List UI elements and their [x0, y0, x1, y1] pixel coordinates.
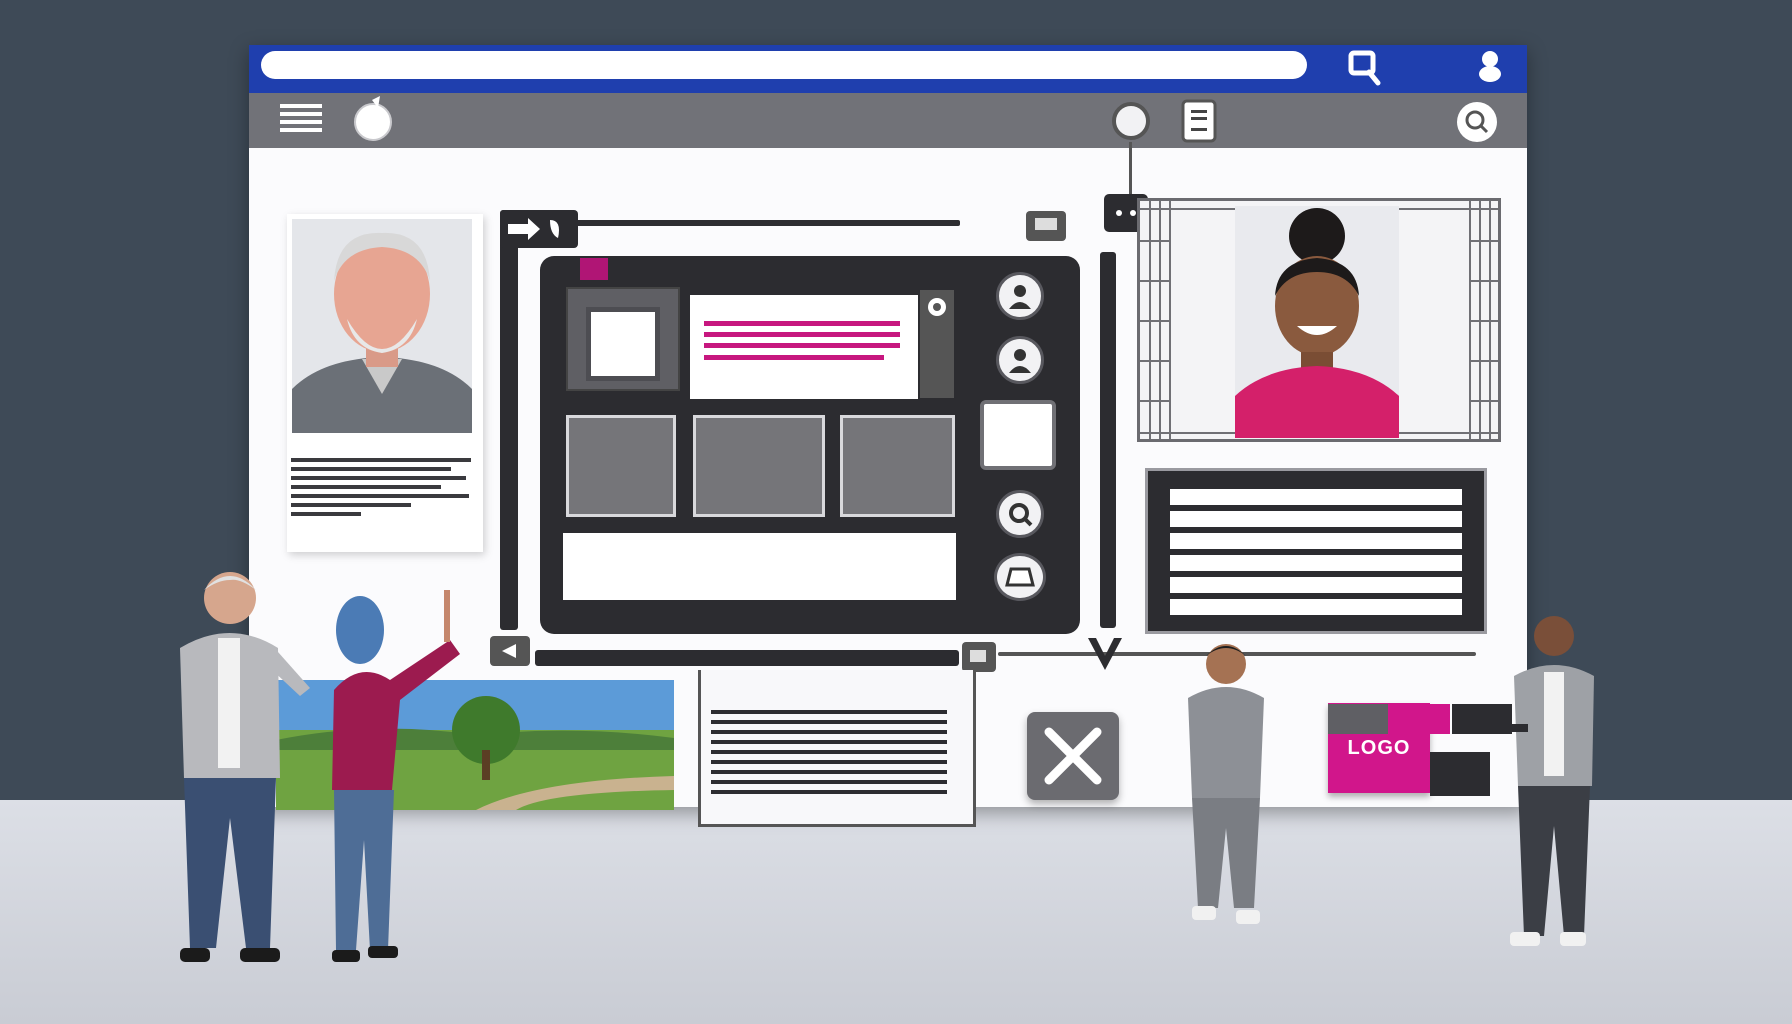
person-man-gray-jacket	[160, 568, 320, 988]
tag-icon[interactable]	[962, 642, 996, 672]
user-icon[interactable]	[1477, 48, 1503, 82]
frame-left-bar	[500, 210, 518, 630]
close-button[interactable]	[1027, 712, 1119, 800]
gallery-tile[interactable]	[566, 415, 676, 517]
text-list-panel	[1145, 468, 1487, 634]
gallery-tile[interactable]	[693, 415, 825, 517]
profile-text-lines	[291, 458, 471, 522]
close-icon	[1044, 727, 1102, 785]
circle-icon[interactable]	[1110, 100, 1152, 142]
arrow-tag-icon[interactable]	[500, 210, 580, 250]
trapezoid-icon[interactable]	[994, 553, 1046, 601]
search-icon[interactable]	[1348, 50, 1382, 86]
document-icon[interactable]	[1180, 98, 1218, 144]
caption-block	[698, 670, 976, 827]
video-photo	[1235, 206, 1399, 438]
input-bar[interactable]	[563, 533, 956, 600]
profile-photo	[292, 219, 472, 433]
person-young-man-gray-shirt	[1170, 638, 1280, 948]
chevron-down-icon[interactable]	[1084, 632, 1126, 674]
menu-icon[interactable]	[280, 104, 322, 134]
magenta-tab	[580, 258, 608, 280]
chat-bubble-icon[interactable]	[350, 94, 396, 142]
person-man-tablet	[1480, 606, 1610, 966]
text-card[interactable]	[690, 295, 918, 399]
person-woman-magenta-top	[320, 590, 460, 980]
bottom-left-tag-icon[interactable]	[490, 636, 530, 666]
address-bar[interactable]	[261, 51, 1307, 79]
user-icon[interactable]	[996, 272, 1044, 320]
media-frame	[566, 287, 680, 391]
gallery-tile[interactable]	[840, 415, 955, 517]
scroll-bar[interactable]	[535, 650, 959, 666]
small-box-icon[interactable]	[1025, 210, 1067, 242]
frame-top-line	[575, 220, 960, 226]
toolbar	[249, 93, 1527, 148]
user-icon[interactable]	[996, 336, 1044, 384]
toggle-gray[interactable]	[1328, 704, 1388, 734]
square-button[interactable]	[980, 400, 1056, 470]
right-divider-bar	[1100, 252, 1116, 628]
search-icon[interactable]	[1455, 100, 1499, 144]
logo-label: LOGO	[1347, 736, 1411, 759]
connector-line	[1129, 142, 1132, 198]
search-icon[interactable]	[996, 490, 1044, 538]
settings-icon[interactable]	[920, 290, 954, 398]
toggle-magenta[interactable]	[1390, 704, 1450, 734]
